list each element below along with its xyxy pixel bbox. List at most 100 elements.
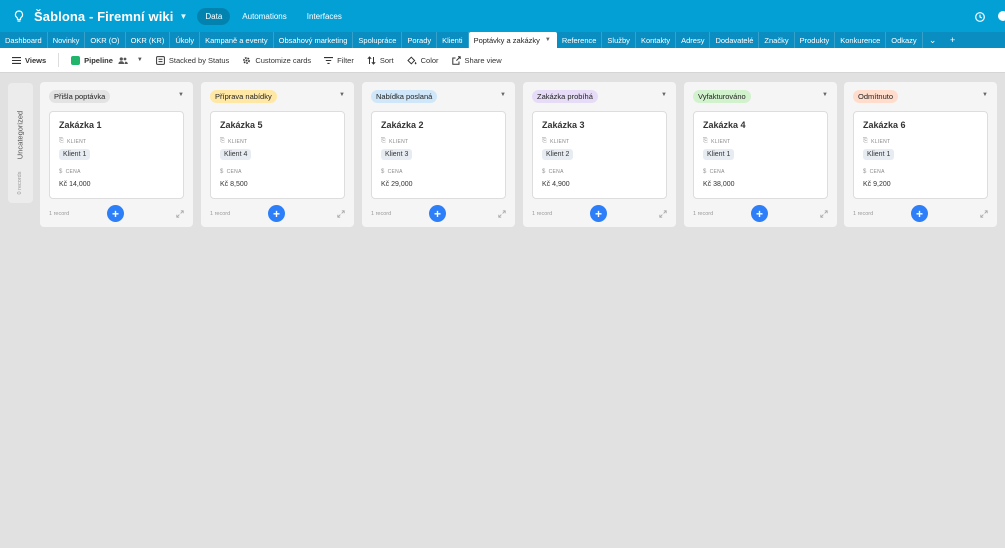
color-button[interactable]: Color xyxy=(406,55,439,65)
expand-icon[interactable] xyxy=(176,210,184,218)
nav-automations[interactable]: Automations xyxy=(234,8,294,25)
toolbar-divider xyxy=(58,53,60,67)
link-icon: ⎘ xyxy=(381,138,387,144)
link-icon: ⎘ xyxy=(542,138,548,144)
chevron-down-icon[interactable]: ▼ xyxy=(179,12,187,21)
client-chip[interactable]: Klient 4 xyxy=(220,149,252,160)
tab-porady[interactable]: Porady xyxy=(402,32,438,48)
client-chip[interactable]: Klient 1 xyxy=(703,149,735,160)
tab-kontakty[interactable]: Kontakty xyxy=(636,32,677,48)
column-header[interactable]: Přišla poptávka xyxy=(49,89,111,103)
client-chip[interactable]: Klient 1 xyxy=(863,149,895,160)
stacked-by-button[interactable]: Stacked by Status xyxy=(155,56,229,65)
add-record-button[interactable]: + xyxy=(911,205,928,222)
chevron-down-icon[interactable]: ▼ xyxy=(822,92,828,98)
all-tables-chevron-icon[interactable]: ⌄ xyxy=(923,32,943,48)
tab-klienti[interactable]: Klienti xyxy=(437,32,469,48)
tab-odkazy[interactable]: Odkazy xyxy=(886,32,923,48)
add-record-button[interactable]: + xyxy=(268,205,285,222)
link-icon: ⎘ xyxy=(863,138,869,144)
kanban-column: Nabídka poslaná ▼ Zakázka 2 ⎘ KLIENT Klie… xyxy=(362,82,515,227)
tab-novinky[interactable]: Novinky xyxy=(48,32,86,48)
status-pill: Příprava nabídky xyxy=(210,89,277,103)
chevron-down-icon[interactable]: ▼ xyxy=(500,92,506,98)
record-count: 1 record xyxy=(853,211,874,217)
expand-icon[interactable] xyxy=(659,210,667,218)
chevron-down-icon[interactable]: ▼ xyxy=(339,92,345,98)
chevron-down-icon[interactable]: ▼ xyxy=(178,92,184,98)
field-label-text: CENA xyxy=(387,169,403,175)
customize-cards-button[interactable]: Customize cards xyxy=(242,56,311,65)
record-card[interactable]: Zakázka 4 ⎘ KLIENT Klient 1 $ CENA Kč 38,0… xyxy=(693,111,828,199)
currency-icon: $ xyxy=(59,169,63,175)
column-header[interactable]: Zakázka probíhá xyxy=(532,89,598,103)
tab-konkurence[interactable]: Konkurence xyxy=(835,32,887,48)
expand-icon[interactable] xyxy=(980,210,988,218)
column-header[interactable]: Příprava nabídky xyxy=(210,89,277,103)
client-chip[interactable]: Klient 2 xyxy=(542,149,574,160)
record-card[interactable]: Zakázka 6 ⎘ KLIENT Klient 1 $ CENA Kč 9,20… xyxy=(853,111,988,199)
share-view-button[interactable]: Share view xyxy=(451,56,502,65)
record-card[interactable]: Zakázka 2 ⎘ KLIENT Klient 3 $ CENA Kč 29,0… xyxy=(371,111,506,199)
view-switcher[interactable]: Pipeline ▼ xyxy=(71,55,143,65)
add-record-button[interactable]: + xyxy=(751,205,768,222)
table-tabs: Dashboard Novinky OKR (O) OKR (KR) Úkoly… xyxy=(0,32,1005,48)
color-label: Color xyxy=(420,55,439,65)
column-header[interactable]: Nabídka poslaná xyxy=(371,89,438,103)
tab-kampane[interactable]: Kampaně a eventy xyxy=(200,32,274,48)
price-value: Kč 4,900 xyxy=(542,181,570,188)
tab-okr-o[interactable]: OKR (O) xyxy=(85,32,126,48)
app-header: Šablona - Firemní wiki ▼ Data Automation… xyxy=(0,0,1005,32)
chevron-down-icon[interactable]: ▼ xyxy=(545,37,551,43)
tab-produkty[interactable]: Produkty xyxy=(795,32,836,48)
card-title: Zakázka 6 xyxy=(863,120,906,130)
tab-znacky[interactable]: Značky xyxy=(759,32,795,48)
view-toolbar: Views Pipeline ▼ Stacked by Status Custo… xyxy=(0,48,1005,73)
tab-dashboard[interactable]: Dashboard xyxy=(0,32,48,48)
tab-reference[interactable]: Reference xyxy=(557,32,603,48)
filter-icon xyxy=(324,56,334,64)
add-table-icon[interactable]: + xyxy=(943,32,963,48)
history-icon[interactable] xyxy=(974,10,986,22)
field-label-text: CENA xyxy=(548,169,564,175)
tab-adresy[interactable]: Adresy xyxy=(676,32,711,48)
add-record-button[interactable]: + xyxy=(107,205,124,222)
add-record-button[interactable]: + xyxy=(590,205,607,222)
base-title[interactable]: Šablona - Firemní wiki xyxy=(34,9,173,24)
sort-button[interactable]: Sort xyxy=(367,56,394,65)
client-chip[interactable]: Klient 3 xyxy=(381,149,413,160)
field-label-client: ⎘ KLIENT xyxy=(542,138,569,145)
client-chip[interactable]: Klient 1 xyxy=(59,149,91,160)
views-button[interactable]: Views xyxy=(12,56,46,65)
chevron-down-icon[interactable]: ▼ xyxy=(661,92,667,98)
avatar[interactable] xyxy=(998,11,1005,21)
currency-icon: $ xyxy=(863,169,867,175)
record-card[interactable]: Zakázka 3 ⎘ KLIENT Klient 2 $ CENA Kč 4,90… xyxy=(532,111,667,199)
chevron-down-icon[interactable]: ▼ xyxy=(982,92,988,98)
expand-icon[interactable] xyxy=(820,210,828,218)
nav-interfaces[interactable]: Interfaces xyxy=(299,8,350,25)
tab-poptavky-a-zakazky[interactable]: Poptávky a zakázky ▼ xyxy=(468,32,557,48)
filter-button[interactable]: Filter xyxy=(324,56,354,65)
column-header[interactable]: Vyfakturováno xyxy=(693,89,751,103)
tab-ukoly[interactable]: Úkoly xyxy=(170,32,201,48)
record-card[interactable]: Zakázka 5 ⎘ KLIENT Klient 4 $ CENA Kč 8,50… xyxy=(210,111,345,199)
nav-data[interactable]: Data xyxy=(197,7,231,25)
expand-icon[interactable] xyxy=(498,210,506,218)
status-pill: Odmítnuto xyxy=(853,89,899,103)
expand-icon[interactable] xyxy=(337,210,345,218)
tab-dodavatele[interactable]: Dodavatelé xyxy=(710,32,760,48)
tab-okr-kr[interactable]: OKR (KR) xyxy=(126,32,171,48)
add-record-button[interactable]: + xyxy=(429,205,446,222)
tab-obsahovy-marketing[interactable]: Obsahový marketing xyxy=(274,32,354,48)
field-label-client: ⎘ KLIENT xyxy=(59,138,86,145)
currency-icon: $ xyxy=(542,169,546,175)
column-header[interactable]: Odmítnuto xyxy=(853,89,899,103)
uncategorized-stack[interactable]: Uncategorized 0 records xyxy=(8,83,33,203)
tab-spoluprace[interactable]: Spolupráce xyxy=(353,32,403,48)
kanban-icon xyxy=(71,55,81,65)
lightbulb-icon[interactable] xyxy=(12,9,26,23)
kanban-column: Odmítnuto ▼ Zakázka 6 ⎘ KLIENT Klient 1 $… xyxy=(844,82,997,227)
record-card[interactable]: Zakázka 1 ⎘ KLIENT Klient 1 $ CENA Kč 14,0… xyxy=(49,111,184,199)
tab-sluzby[interactable]: Služby xyxy=(602,32,636,48)
